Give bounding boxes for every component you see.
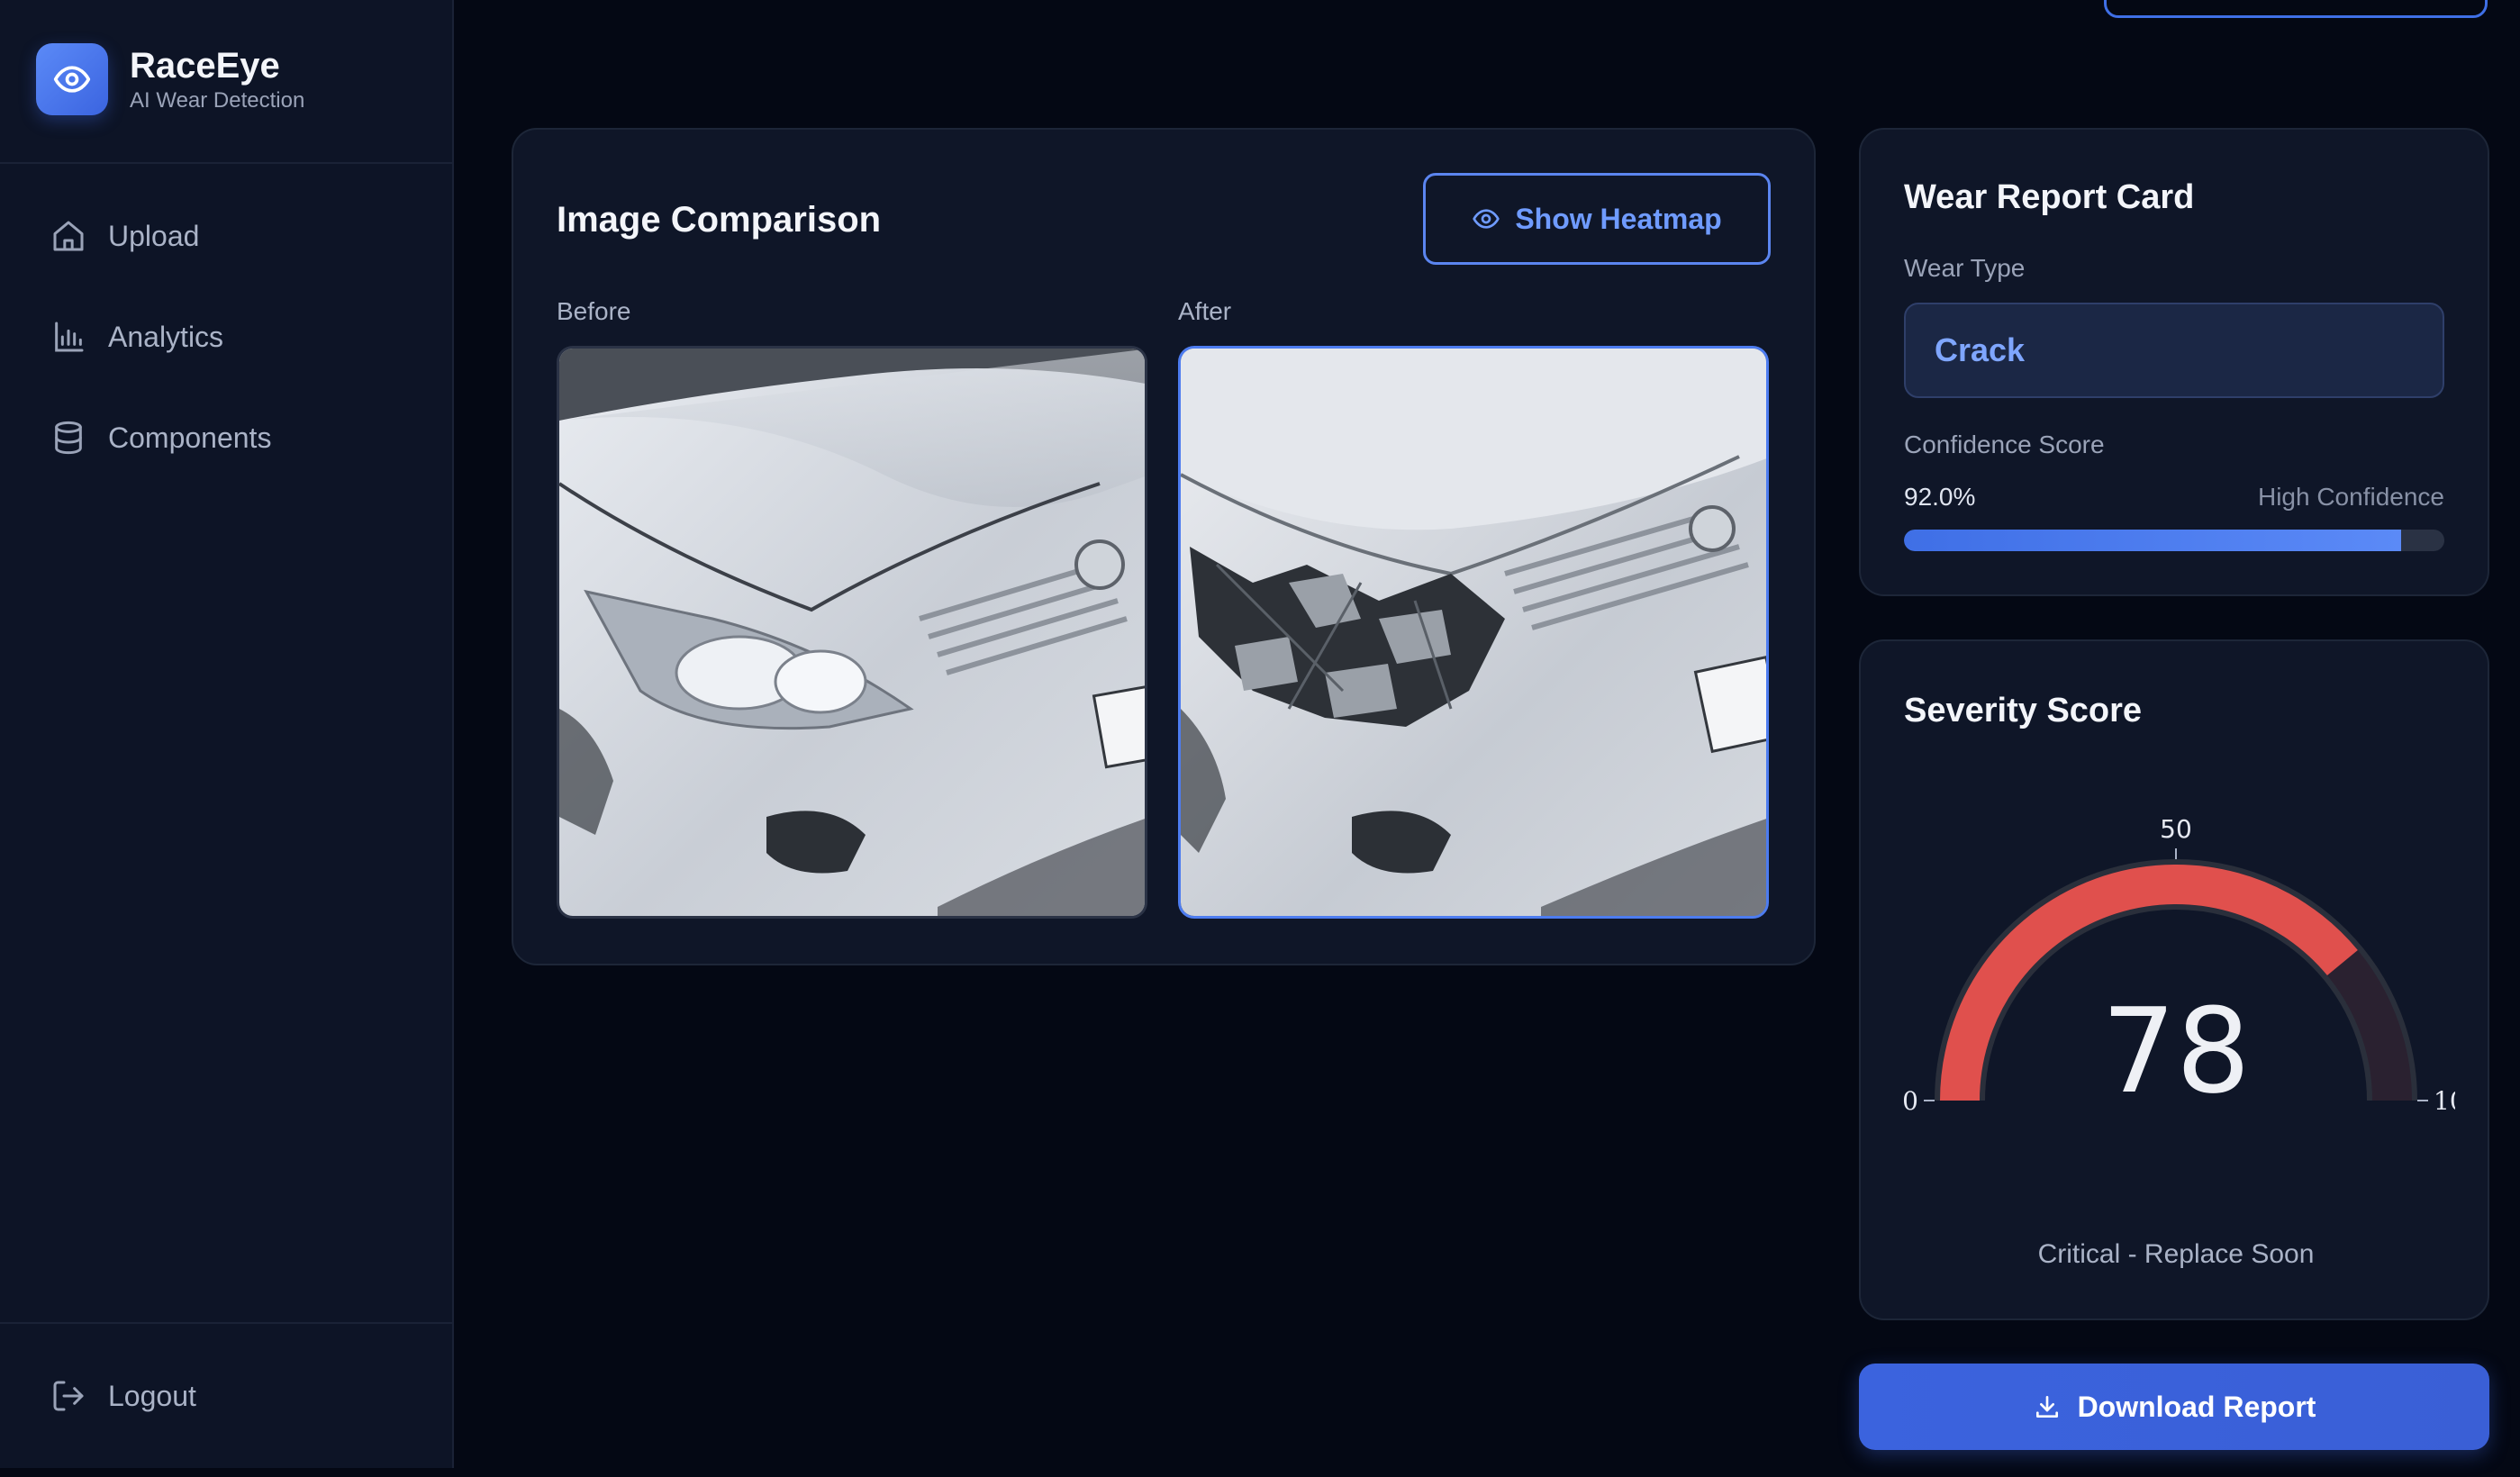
confidence-bar-fill	[1904, 530, 2401, 551]
image-comparison-card: Image Comparison Show Heatmap Before Aft…	[512, 128, 1816, 965]
divider	[0, 162, 452, 164]
logout-label: Logout	[108, 1379, 196, 1412]
confidence-level: High Confidence	[2257, 483, 2444, 511]
eye-icon	[1473, 209, 1500, 229]
home-icon	[53, 221, 84, 251]
sidebar: RaceEye AI Wear Detection Upload Analyti…	[0, 0, 454, 1468]
card-title: Wear Report Card	[1904, 178, 2195, 216]
wear-type-value-box: Crack	[1904, 303, 2444, 398]
sidebar-item-label: Components	[108, 421, 272, 454]
show-heatmap-button[interactable]: Show Heatmap	[1423, 173, 1771, 265]
divider	[0, 1322, 452, 1324]
confidence-value: 92.0%	[1904, 483, 1976, 511]
gauge-max-label: 100	[2434, 1086, 2455, 1116]
after-label: After	[1178, 297, 1232, 325]
severity-score-card: Severity Score 0 50 100 78 Critical - Re…	[1859, 639, 2489, 1320]
sidebar-item-analytics[interactable]: Analytics	[50, 310, 271, 364]
top-action-button[interactable]	[2104, 0, 2488, 18]
wear-type-label: Wear Type	[1904, 254, 2026, 282]
sidebar-item-components[interactable]: Components	[50, 411, 271, 465]
eye-icon	[36, 43, 108, 115]
before-image	[557, 346, 1147, 919]
sidebar-item-label: Upload	[108, 219, 200, 252]
brand-subtitle: AI Wear Detection	[130, 88, 305, 113]
gauge-mid-label: 50	[2160, 814, 2192, 844]
download-report-label: Download Report	[2077, 1390, 2316, 1423]
wear-type-value: Crack	[1935, 331, 2026, 368]
confidence-label: Confidence Score	[1904, 430, 2105, 458]
sidebar-item-upload[interactable]: Upload	[50, 209, 271, 263]
after-image	[1178, 346, 1769, 919]
database-icon	[55, 421, 82, 455]
logout-icon	[53, 1381, 84, 1411]
card-title: Image Comparison	[557, 200, 882, 240]
card-title: Severity Score	[1904, 692, 2143, 729]
show-heatmap-label: Show Heatmap	[1515, 202, 1722, 235]
wear-report-card: Wear Report Card Wear Type Crack Confide…	[1859, 128, 2489, 596]
confidence-bar	[1904, 530, 2444, 551]
severity-caption: Critical - Replace Soon	[2037, 1239, 2315, 1269]
severity-value: 78	[2101, 983, 2250, 1119]
confidence-row: 92.0% High Confidence	[1904, 483, 2444, 512]
brand-name: RaceEye	[130, 46, 280, 86]
brand[interactable]: RaceEye AI Wear Detection	[36, 43, 304, 115]
severity-gauge: 0 50 100 78	[1902, 814, 2455, 1119]
sidebar-nav: Upload Analytics Components	[50, 209, 271, 512]
sidebar-item-label: Analytics	[108, 320, 224, 353]
gauge-min-label: 0	[1902, 1086, 1918, 1116]
logout-button[interactable]: Logout	[50, 1369, 196, 1423]
bar-chart-icon	[55, 322, 84, 352]
before-label: Before	[557, 297, 631, 325]
download-icon	[2035, 1396, 2058, 1418]
download-report-button[interactable]: Download Report	[1859, 1364, 2489, 1450]
